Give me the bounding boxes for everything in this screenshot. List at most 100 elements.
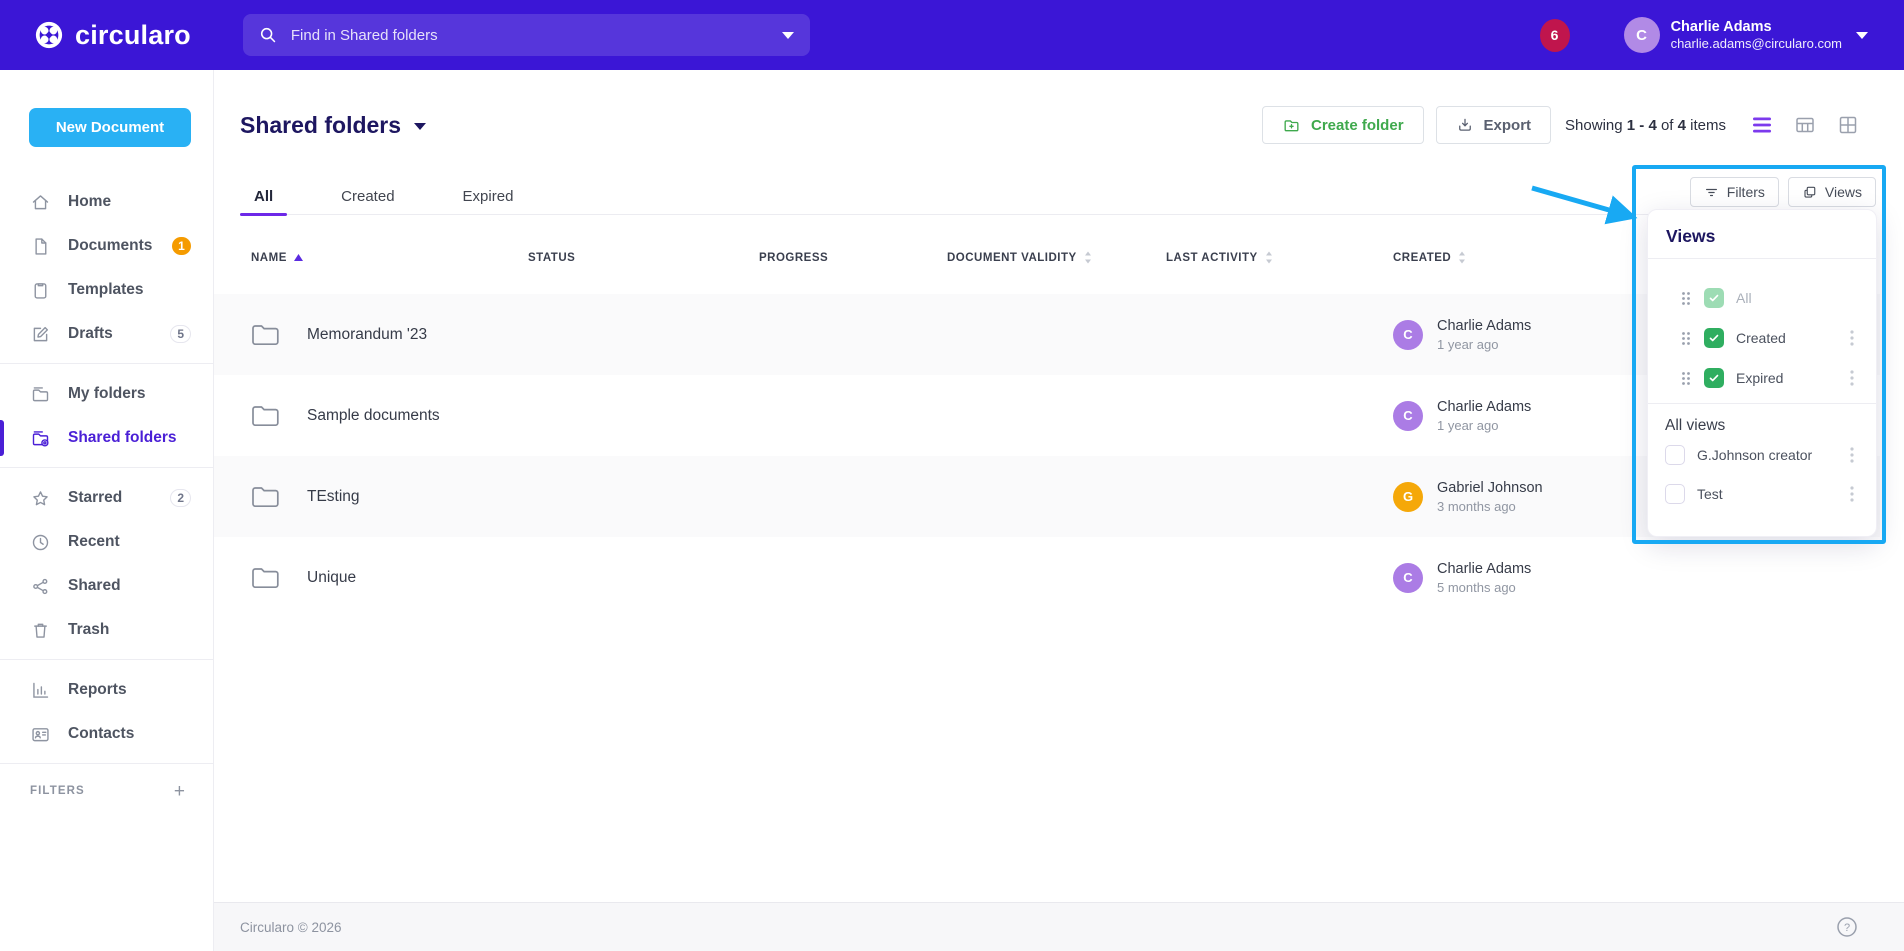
checkbox-created[interactable] (1704, 328, 1724, 348)
kebab-menu-icon[interactable] (1850, 370, 1854, 386)
new-document-button[interactable]: New Document (29, 108, 191, 147)
sort-icon (1458, 251, 1466, 264)
star-icon (30, 488, 51, 509)
created-time: 5 months ago (1437, 580, 1531, 595)
search-input[interactable] (289, 26, 782, 45)
page-title[interactable]: Shared folders (240, 112, 426, 139)
column-header-status[interactable]: STATUS (528, 251, 759, 264)
creator-avatar: C (1393, 320, 1423, 350)
folder-icon (251, 323, 280, 347)
user-avatar: C (1624, 17, 1660, 53)
sidebar: New Document Home Documents 1 Templates (0, 70, 214, 951)
copy-stack-icon (1802, 185, 1817, 200)
column-header-name[interactable]: NAME (251, 251, 528, 264)
table-row[interactable]: TEsting G Gabriel Johnson 3 months ago (214, 456, 1880, 537)
table-row[interactable]: Unique C Charlie Adams 5 months ago (214, 537, 1880, 618)
all-views-label: All views (1665, 417, 1876, 435)
sidebar-item-starred[interactable]: Starred 2 (0, 476, 213, 520)
home-icon (30, 192, 51, 213)
search-icon (259, 26, 277, 44)
kebab-menu-icon[interactable] (1850, 486, 1854, 502)
help-icon[interactable]: ? (1836, 916, 1858, 938)
grid-view-icon[interactable] (1838, 115, 1858, 135)
create-folder-button[interactable]: Create folder (1262, 106, 1424, 144)
folder-icon (251, 404, 280, 428)
creator-avatar: C (1393, 563, 1423, 593)
footer: Circularo © 2026 ? (214, 902, 1904, 951)
drag-handle-icon[interactable] (1681, 291, 1691, 306)
starred-count-badge: 2 (170, 489, 191, 507)
sidebar-item-trash[interactable]: Trash (0, 608, 213, 652)
user-menu[interactable]: C Charlie Adams charlie.adams@circularo.… (1624, 17, 1868, 53)
sidebar-item-documents[interactable]: Documents 1 (0, 224, 213, 268)
sort-icon (1265, 251, 1273, 264)
sidebar-item-shared-folders[interactable]: Shared folders (0, 416, 213, 460)
created-time: 3 months ago (1437, 499, 1543, 514)
page-toolbar: Shared folders Create folder Export Show… (240, 105, 1858, 145)
tab-expired[interactable]: Expired (449, 177, 528, 215)
column-header-validity[interactable]: DOCUMENT VALIDITY (947, 251, 1166, 264)
add-filter-button[interactable]: + (174, 782, 185, 801)
filters-button[interactable]: Filters (1690, 177, 1779, 207)
search-scope-caret[interactable] (782, 32, 794, 39)
folder-icon (30, 384, 51, 405)
sidebar-item-drafts[interactable]: Drafts 5 (0, 312, 213, 356)
column-header-activity[interactable]: LAST ACTIVITY (1166, 251, 1393, 264)
tab-all[interactable]: All (240, 177, 287, 215)
notification-badge[interactable]: 6 (1540, 19, 1570, 52)
user-menu-caret (1856, 32, 1868, 39)
sidebar-nav: Home Documents 1 Templates Drafts 5 (0, 180, 213, 764)
kebab-menu-icon[interactable] (1850, 447, 1854, 463)
checkbox-test[interactable] (1665, 484, 1685, 504)
created-time: 1 year ago (1437, 418, 1531, 433)
documents-count-badge: 1 (172, 237, 191, 255)
view-mode-toggles (1752, 115, 1858, 135)
bar-chart-icon (30, 680, 51, 701)
tab-created[interactable]: Created (327, 177, 408, 215)
checkbox-gjohnson-creator[interactable] (1665, 445, 1685, 465)
sidebar-item-my-folders[interactable]: My folders (0, 372, 213, 416)
sidebar-item-reports[interactable]: Reports (0, 668, 213, 712)
folder-name: TEsting (307, 488, 360, 506)
folder-icon (251, 566, 280, 590)
shared-folder-icon (30, 428, 51, 449)
kebab-menu-icon[interactable] (1850, 330, 1854, 346)
views-button[interactable]: Views (1788, 177, 1876, 207)
sidebar-item-recent[interactable]: Recent (0, 520, 213, 564)
table-view-icon[interactable] (1795, 115, 1815, 135)
folder-plus-icon (1282, 116, 1301, 135)
view-option-all: All (1648, 278, 1876, 318)
table-row[interactable]: Memorandum '23 C Charlie Adams 1 year ag… (214, 294, 1880, 375)
sidebar-item-shared[interactable]: Shared (0, 564, 213, 608)
creator-avatar: G (1393, 482, 1423, 512)
drag-handle-icon[interactable] (1681, 371, 1691, 386)
brand-name: circularo (75, 20, 191, 51)
creator-name: Charlie Adams (1437, 399, 1531, 415)
sidebar-item-home[interactable]: Home (0, 180, 213, 224)
title-caret-icon (414, 123, 426, 130)
sidebar-filters-section: FILTERS + (0, 777, 213, 805)
user-email: charlie.adams@circularo.com (1671, 36, 1842, 52)
clock-icon (30, 532, 51, 553)
drag-handle-icon[interactable] (1681, 331, 1691, 346)
creator-avatar: C (1393, 401, 1423, 431)
creator-name: Gabriel Johnson (1437, 480, 1543, 496)
download-icon (1456, 116, 1474, 134)
document-icon (30, 236, 51, 257)
trash-icon (30, 620, 51, 641)
topbar: circularo 6 C Charlie Adams charlie.adam… (0, 0, 1904, 70)
list-view-icon[interactable] (1752, 116, 1772, 134)
edit-icon (30, 324, 51, 345)
sidebar-item-contacts[interactable]: Contacts (0, 712, 213, 756)
export-button[interactable]: Export (1436, 106, 1552, 144)
folder-name: Sample documents (307, 407, 440, 425)
divider (0, 659, 213, 660)
template-icon (30, 280, 51, 301)
contact-card-icon (30, 724, 51, 745)
checkbox-expired[interactable] (1704, 368, 1724, 388)
sidebar-item-templates[interactable]: Templates (0, 268, 213, 312)
table-row[interactable]: Sample documents C Charlie Adams 1 year … (214, 375, 1880, 456)
column-header-progress[interactable]: PROGRESS (759, 251, 947, 264)
app-logo[interactable]: circularo (34, 20, 191, 51)
checkbox-all[interactable] (1704, 288, 1724, 308)
